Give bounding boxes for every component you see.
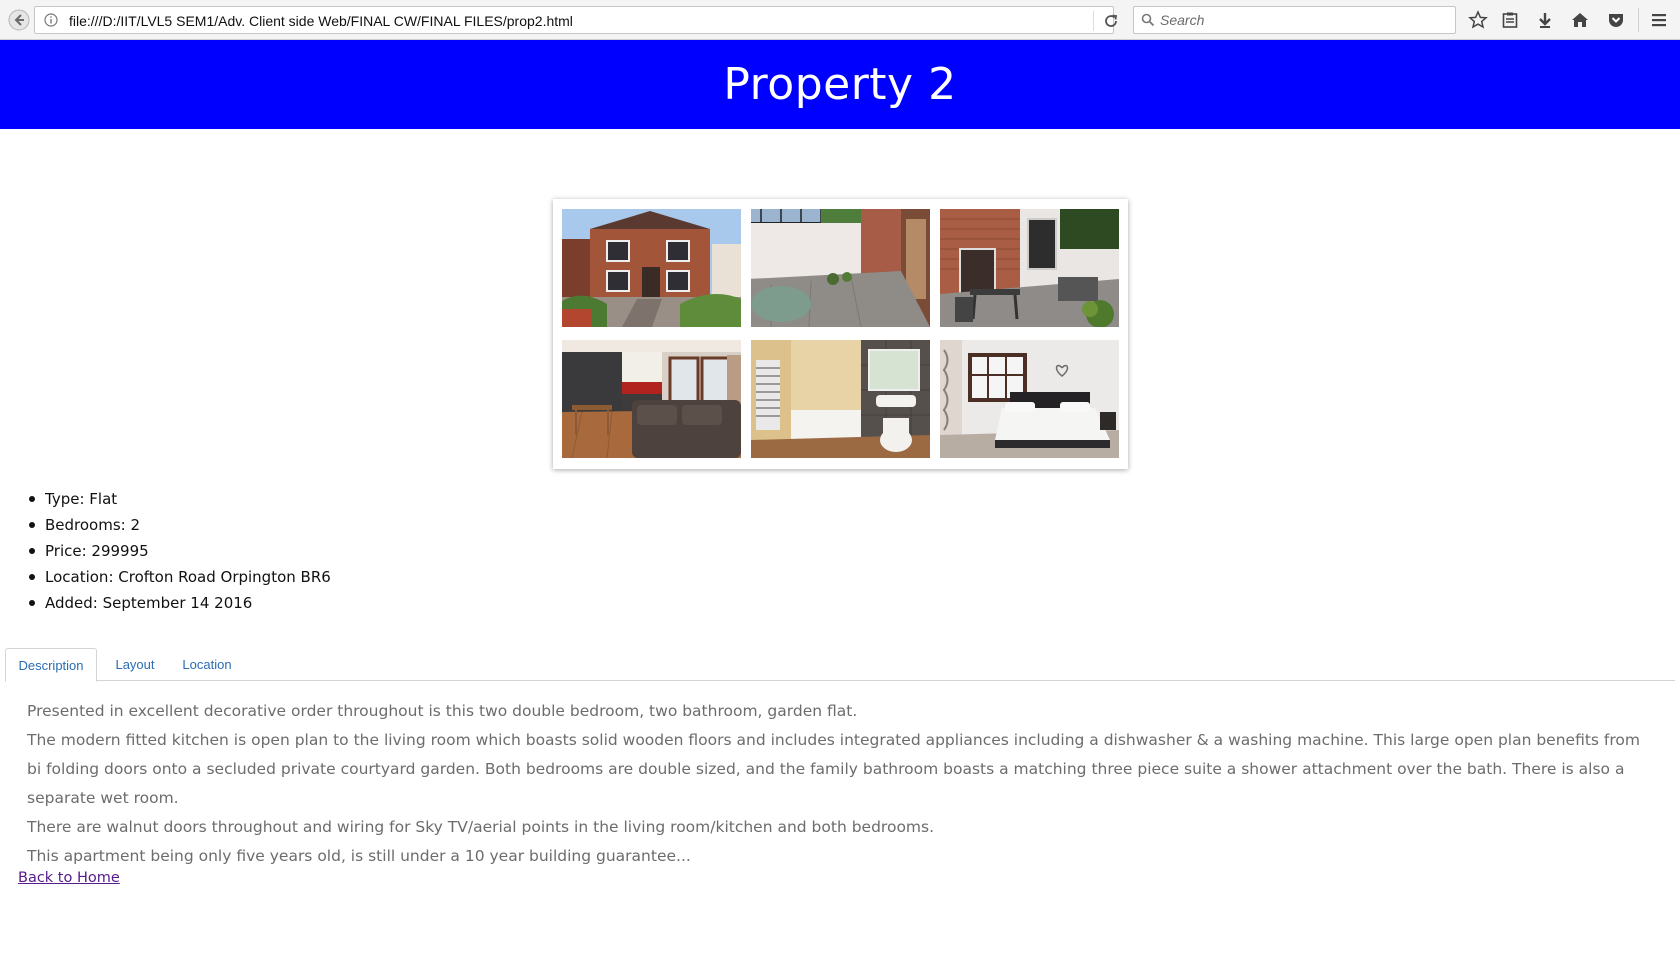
page-title: Property 2: [723, 59, 957, 110]
detail-price: Price: 299995: [26, 538, 331, 564]
bullet-icon: [29, 574, 35, 580]
back-button[interactable]: [6, 7, 32, 33]
exterior-house-photo[interactable]: [562, 209, 741, 327]
courtyard-patio-photo[interactable]: [751, 209, 930, 327]
info-tabs: Description Layout Location: [5, 648, 1675, 682]
description-paragraph: This apartment being only five years old…: [27, 847, 691, 865]
home-icon: [1572, 13, 1588, 27]
tab-location[interactable]: Location: [171, 648, 243, 681]
browser-toolbar: file:///D:/IIT/LVL5 SEM1/Adv. Client sid…: [0, 0, 1680, 40]
search-bar[interactable]: [1133, 6, 1456, 34]
hamburger-menu-icon: [1652, 14, 1666, 27]
detail-type: Type: Flat: [26, 486, 331, 512]
bathroom-photo[interactable]: [751, 340, 930, 458]
tab-layout[interactable]: Layout: [105, 648, 165, 681]
home-button[interactable]: [1568, 8, 1592, 32]
url-divider: [1093, 11, 1094, 31]
detail-location: Location: Crofton Road Orpington BR6: [26, 564, 331, 590]
back-arrow-icon: [8, 9, 30, 31]
detail-type-text: Type: Flat: [45, 490, 118, 508]
kitchen-living-photo[interactable]: [562, 340, 741, 458]
reload-icon[interactable]: [1103, 13, 1119, 29]
address-bar[interactable]: file:///D:/IIT/LVL5 SEM1/Adv. Client sid…: [34, 6, 1118, 34]
url-text: file:///D:/IIT/LVL5 SEM1/Adv. Client sid…: [69, 13, 573, 29]
detail-price-text: Price: 299995: [45, 542, 149, 560]
detail-bedrooms-text: Bedrooms: 2: [45, 516, 141, 534]
star-icon: [1468, 10, 1488, 29]
photo-gallery: [553, 199, 1128, 469]
page-header: Property 2: [0, 40, 1680, 129]
toolbar-divider: [1638, 8, 1639, 32]
search-icon: [1141, 13, 1155, 27]
bullet-icon: [29, 522, 35, 528]
tab-description[interactable]: Description: [5, 648, 97, 682]
detail-bedrooms: Bedrooms: 2: [26, 512, 331, 538]
bullet-icon: [29, 548, 35, 554]
info-icon: [44, 13, 58, 27]
detail-location-text: Location: Crofton Road Orpington BR6: [45, 568, 331, 586]
description-paragraph: Presented in excellent decorative order …: [27, 702, 858, 720]
description-paragraph: The modern fitted kitchen is open plan t…: [27, 731, 1640, 807]
bullet-icon: [29, 496, 35, 502]
bullet-icon: [29, 600, 35, 606]
detail-added: Added: September 14 2016: [26, 590, 331, 616]
bookmark-star-button[interactable]: [1466, 8, 1490, 32]
detail-added-text: Added: September 14 2016: [45, 594, 253, 612]
garden-furniture-photo[interactable]: [940, 209, 1119, 327]
bookmarks-list-button[interactable]: [1498, 8, 1522, 32]
clipboard-icon: [1502, 12, 1518, 28]
back-to-home-link[interactable]: Back to Home: [18, 870, 120, 886]
pocket-button[interactable]: [1604, 8, 1628, 32]
search-input[interactable]: [1160, 11, 1440, 29]
property-details-list: Type: Flat Bedrooms: 2 Price: 299995 Loc…: [26, 486, 331, 616]
bedroom-photo[interactable]: [940, 340, 1119, 458]
downloads-button[interactable]: [1533, 8, 1557, 32]
pocket-icon: [1609, 14, 1623, 27]
menu-button[interactable]: [1647, 8, 1671, 32]
description-panel: Presented in excellent decorative order …: [27, 697, 1657, 871]
description-paragraph: There are walnut doors throughout and wi…: [27, 818, 935, 836]
download-arrow-icon: [1539, 13, 1551, 28]
